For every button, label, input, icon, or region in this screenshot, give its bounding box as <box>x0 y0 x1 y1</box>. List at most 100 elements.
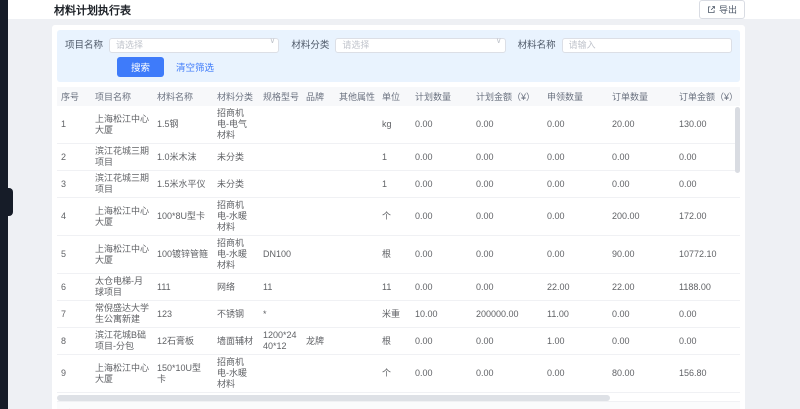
table-cell: 未分类 <box>213 144 259 171</box>
table-cell: kg <box>378 106 411 144</box>
table-cell: 根 <box>378 328 411 355</box>
table-cell: 米重 <box>378 301 411 328</box>
table-container: 序号项目名称材料名称材料分类规格型号品牌其他属性单位计划数量计划金额（¥）申领数… <box>57 87 740 393</box>
export-icon <box>707 5 716 14</box>
table-cell: 龙牌 <box>302 328 335 355</box>
search-button[interactable]: 搜索 <box>117 57 164 77</box>
table-cell: 0.00 <box>411 198 472 236</box>
table-cell: 1 <box>378 171 411 198</box>
table-cell: 123 <box>153 301 213 328</box>
table-cell: 常倪盛达大学生公寓新建 <box>91 301 153 328</box>
table-cell: 1.5米水平仪 <box>153 171 213 198</box>
project-select[interactable]: ∨ <box>109 35 279 53</box>
table-cell: 招商机电-水暖材料 <box>213 236 259 274</box>
table-cell <box>302 144 335 171</box>
column-header: 计划数量 <box>411 87 472 106</box>
table-cell: 6 <box>57 274 91 301</box>
table-cell: 0.00 <box>543 355 608 393</box>
table-row: 5上海松江中心大厦100镀锌管箍招商机电-水暖材料DN100根0.000.000… <box>57 236 740 274</box>
top-bar: 材料计划执行表 导出 <box>8 0 800 19</box>
table-cell: 0.00 <box>472 328 543 355</box>
table-cell: 156.80 <box>675 355 740 393</box>
table-cell: 上海松江中心大厦 <box>91 198 153 236</box>
column-header: 材料分类 <box>213 87 259 106</box>
export-label: 导出 <box>719 3 737 16</box>
filter-panel: 项目名称 ∨ 材料分类 ∨ 材料名称 <box>57 30 740 82</box>
table-cell: 0.00 <box>472 144 543 171</box>
content-card: 项目名称 ∨ 材料分类 ∨ 材料名称 <box>52 25 745 409</box>
table-cell: 0.00 <box>411 144 472 171</box>
table-cell: 0.00 <box>675 144 740 171</box>
table-cell <box>335 236 378 274</box>
category-select-input[interactable] <box>335 38 505 53</box>
table-row: 2滨江花城三期项目1.0米木沫未分类10.000.000.000.000.00 <box>57 144 740 171</box>
table-row: 3滨江花城三期项目1.5米水平仪未分类10.000.000.000.000.00 <box>57 171 740 198</box>
project-select-input[interactable] <box>109 38 279 53</box>
table-cell: 4 <box>57 198 91 236</box>
table-cell: 0.00 <box>472 171 543 198</box>
table-cell: 上海松江中心大厦 <box>91 355 153 393</box>
table-cell: 0.00 <box>411 171 472 198</box>
table-cell: 招商机电-水暖材料 <box>213 198 259 236</box>
table-cell <box>259 198 302 236</box>
table-cell <box>335 106 378 144</box>
table-cell: 100*8U型卡 <box>153 198 213 236</box>
material-name-input[interactable] <box>562 38 732 53</box>
table-row: 9上海松江中心大厦150*10U型卡招商机电-水暖材料个0.000.000.00… <box>57 355 740 393</box>
table-cell: 0.00 <box>411 274 472 301</box>
table-cell: 200.00 <box>608 198 675 236</box>
table-cell: 太仓电梯-月球项目 <box>91 274 153 301</box>
table-cell: 0.00 <box>608 301 675 328</box>
table-cell <box>259 171 302 198</box>
table-cell: 1.00 <box>543 328 608 355</box>
table-cell: 招商机电-水暖材料 <box>213 355 259 393</box>
table-row: 4上海松江中心大厦100*8U型卡招商机电-水暖材料个0.000.000.002… <box>57 198 740 236</box>
table-cell: 0.00 <box>472 236 543 274</box>
table-row: 7常倪盛达大学生公寓新建123不锈钢*米重10.00200000.0011.00… <box>57 301 740 328</box>
table-cell: 0.00 <box>675 301 740 328</box>
sidebar-toggle-handle[interactable] <box>0 188 13 216</box>
category-select[interactable]: ∨ <box>335 35 505 53</box>
column-header: 序号 <box>57 87 91 106</box>
category-filter-group: 材料分类 ∨ <box>291 35 505 53</box>
material-name-field[interactable] <box>562 35 732 53</box>
table-cell: 1 <box>57 106 91 144</box>
table-row: 8滨江花城B础项目-分包12石膏板墙面辅材1200*2440*12龙牌根0.00… <box>57 328 740 355</box>
table-cell: 0.00 <box>472 198 543 236</box>
table-cell: 1188.00 <box>675 274 740 301</box>
material-filter-label: 材料名称 <box>518 37 556 51</box>
table-cell: 100镀锌管箍 <box>153 236 213 274</box>
table-cell <box>335 328 378 355</box>
table-cell: 0.00 <box>608 171 675 198</box>
table-cell: 0.00 <box>472 355 543 393</box>
clear-filters-button[interactable]: 清空筛选 <box>176 60 214 74</box>
table-cell: 22.00 <box>543 274 608 301</box>
table-cell: 1.5钢 <box>153 106 213 144</box>
table-cell: 2 <box>57 144 91 171</box>
export-button[interactable]: 导出 <box>699 0 745 19</box>
table-cell: 个 <box>378 198 411 236</box>
table-cell: 150*10U型卡 <box>153 355 213 393</box>
table-cell: 0.00 <box>411 355 472 393</box>
column-header: 其他属性 <box>335 87 378 106</box>
table-cell: 5 <box>57 236 91 274</box>
table-cell <box>335 301 378 328</box>
table-row: 1上海松江中心大厦1.5钢招商机电-电气材料kg0.000.000.0020.0… <box>57 106 740 144</box>
table-cell: 0.00 <box>608 328 675 355</box>
chevron-down-icon: ∨ <box>269 36 275 45</box>
table-cell <box>335 144 378 171</box>
chevron-down-icon: ∨ <box>496 36 502 45</box>
table-cell <box>335 274 378 301</box>
table-cell: 1.0米木沫 <box>153 144 213 171</box>
table-cell <box>302 106 335 144</box>
collapsed-sidebar[interactable] <box>0 0 8 409</box>
summary-bar: 合计 计划总金额（¥）: 354,568,213.56 订单总金额（¥）: 1,… <box>57 401 740 409</box>
table-cell: 1200*2440*12 <box>259 328 302 355</box>
table-cell: 12石膏板 <box>153 328 213 355</box>
column-header: 品牌 <box>302 87 335 106</box>
material-filter-group: 材料名称 <box>518 35 732 53</box>
vertical-scrollbar[interactable] <box>735 107 740 173</box>
table-cell: 0.00 <box>608 144 675 171</box>
table-cell: * <box>259 301 302 328</box>
table-body: 1上海松江中心大厦1.5钢招商机电-电气材料kg0.000.000.0020.0… <box>57 106 740 393</box>
